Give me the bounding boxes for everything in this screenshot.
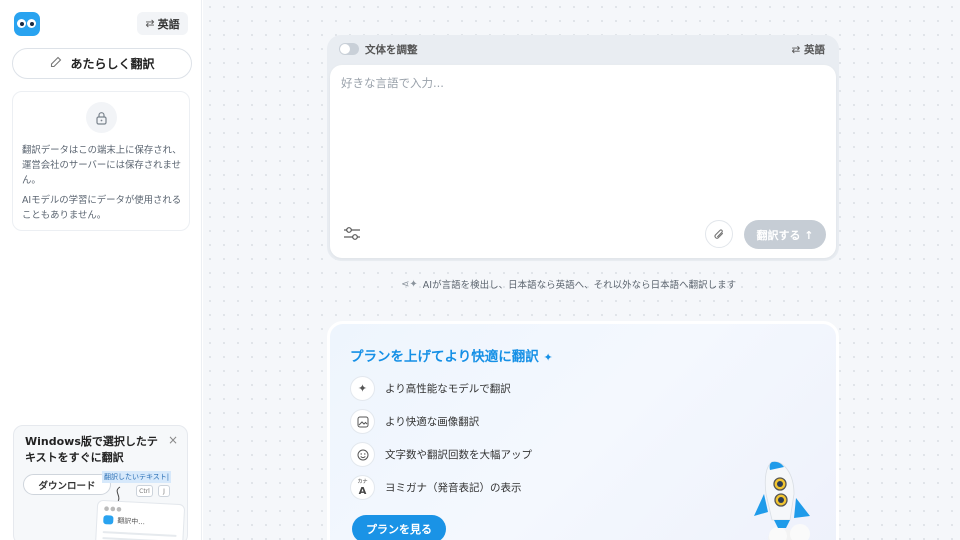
illustration-highlight-text: 翻訳したいテキスト|: [102, 471, 172, 483]
mini-app-logo: [103, 515, 114, 525]
new-translation-button[interactable]: あたらしく翻訳: [12, 48, 192, 79]
view-plans-button[interactable]: プランを見る: [352, 515, 446, 540]
sparkle-icon: ✦: [543, 351, 553, 364]
plan-feature-item: 文字数や翻訳回数を大幅アップ: [350, 442, 532, 467]
style-toggle-switch[interactable]: [339, 43, 359, 55]
translate-button[interactable]: 翻訳する ↑: [744, 220, 826, 249]
paperclip-icon: [713, 228, 723, 239]
style-toggle-label: 文体を調整: [365, 44, 418, 56]
privacy-notice: 翻訳データはこの端末上に保存され、運営会社のサーバーには保存されません。 AIモ…: [12, 91, 190, 231]
swap-icon: ⇄: [791, 44, 801, 56]
swap-icon: ⇄: [145, 17, 155, 30]
source-text-input[interactable]: [341, 75, 821, 195]
lock-icon: [86, 102, 117, 133]
plan-title-text: プランを上げてより快適に翻訳: [350, 349, 539, 365]
main-area: 文体を調整 ⇄ 英語 翻訳する ↑ ⋖✦ AIが言語を検出し、日本語なら英語へ、…: [203, 0, 960, 540]
new-translation-label: あたらしく翻訳: [70, 57, 155, 71]
editor-input-panel: 翻訳する ↑: [330, 65, 836, 258]
plan-feature-label: ヨミガナ（発音表記）の表示: [385, 482, 522, 494]
translation-editor: 文体を調整 ⇄ 英語 翻訳する ↑: [327, 35, 839, 261]
sparkle-icon: ✦: [350, 376, 375, 401]
sparkle-icon: ⋖✦: [401, 278, 418, 290]
language-toggle-label: 英語: [157, 17, 180, 31]
plan-feature-label: より快適な画像翻訳: [385, 416, 480, 428]
upgrade-plan-card: プランを上げてより快適に翻訳 ✦ ✦ より高性能なモデルで翻訳 より快適な画像翻…: [327, 321, 839, 540]
windows-promo-title: Windows版で選択したテキストをすぐに翻訳: [25, 435, 158, 464]
rocket-icon: [754, 461, 810, 540]
windows-promo-card: Windows版で選択したテキストをすぐに翻訳 × ダウンロード 翻訳したいテキ…: [13, 425, 188, 540]
smile-icon: [350, 442, 375, 467]
settings-sliders-icon[interactable]: [342, 225, 362, 243]
plan-feature-item: カナ A ヨミガナ（発音表記）の表示: [350, 475, 522, 500]
app-logo[interactable]: [14, 12, 40, 36]
plan-feature-label: より高性能なモデルで翻訳: [385, 383, 511, 395]
j-key: J: [158, 485, 170, 497]
pen-icon: [49, 56, 62, 72]
plan-title: プランを上げてより快適に翻訳 ✦: [350, 345, 553, 365]
window-dots: ●●●: [103, 505, 123, 514]
privacy-text-training: AIモデルの学習にデータが使用されることもありません。: [22, 195, 182, 221]
plan-feature-label: 文字数や翻訳回数を大幅アップ: [385, 449, 532, 461]
language-toggle-button[interactable]: ⇄ 英語: [137, 12, 188, 35]
auto-detect-hint-text: AIが言語を検出し、日本語なら英語へ、それ以外なら日本語へ翻訳します: [422, 280, 737, 291]
plan-feature-item: ✦ より高性能なモデルで翻訳: [350, 376, 511, 401]
windows-promo-illustration: 翻訳したいテキスト| Ctrl J ●●● 翻訳中...: [94, 468, 187, 540]
mini-window-text: 翻訳中...: [117, 516, 146, 527]
attach-file-button[interactable]: [705, 220, 733, 248]
logo-eye-right: [27, 19, 36, 28]
ctrl-key: Ctrl: [136, 485, 153, 497]
logo-eye-left: [17, 19, 26, 28]
target-language-label: 英語: [804, 44, 825, 56]
privacy-text-storage: 翻訳データはこの端末上に保存され、運営会社のサーバーには保存されません。: [22, 145, 182, 186]
image-icon: [350, 409, 375, 434]
target-language-button[interactable]: ⇄ 英語: [792, 42, 825, 57]
kana-icon: カナ A: [350, 475, 375, 500]
sidebar: ⇄ 英語 あたらしく翻訳 翻訳データはこの端末上に保存され、運営会社のサーバーに…: [0, 0, 202, 540]
plan-feature-item: より快適な画像翻訳: [350, 409, 479, 434]
text-line: [102, 531, 177, 537]
close-icon[interactable]: ×: [168, 433, 178, 447]
mini-app-window: ●●● 翻訳中...: [94, 499, 186, 540]
auto-detect-hint: ⋖✦ AIが言語を検出し、日本語なら英語へ、それ以外なら日本語へ翻訳します: [401, 277, 737, 292]
